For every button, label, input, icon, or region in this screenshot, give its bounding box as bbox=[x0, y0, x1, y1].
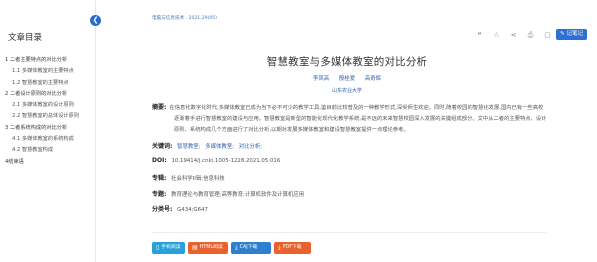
doi-row: DOI: 10.19414/j.cnki.1005-1228.2021.05.0… bbox=[152, 157, 280, 164]
html-read-label: HTML阅读 bbox=[199, 245, 223, 250]
keyword-link[interactable]: 对比分析; bbox=[239, 144, 262, 150]
mobile-read-label: 手机阅读 bbox=[161, 245, 181, 250]
keywords-label: 关键词: bbox=[152, 143, 173, 150]
star-icon[interactable]: ☆ bbox=[488, 30, 505, 40]
column-row: 专辑: 社会科学II辑;信息科技 bbox=[152, 173, 225, 182]
keywords-row: 关键词: 智慧教室; 多媒体教室; 对比分析; bbox=[152, 141, 265, 150]
table-of-contents: 1 二者主要特点的对比分析 1.1 多媒体教室的主要特点 1.2 智慧教室的主要特点… bbox=[5, 55, 93, 168]
share-icon[interactable]: ⋖ bbox=[505, 30, 522, 40]
column-value: 社会科学II辑;信息科技 bbox=[171, 176, 225, 182]
toc-item[interactable]: 1.2 智慧教室的主要特点 bbox=[5, 78, 93, 89]
subject-value: 教育理论与教育管理;高等教育;计算机软件及计算机应用 bbox=[171, 192, 305, 198]
mobile-read-button[interactable]: ▯ 手机阅读 bbox=[152, 242, 185, 254]
abstract-text: 在信息化数字化时代,多媒体教室已成为当下必不可少的教学工具,鉴目前比较普及的一种… bbox=[169, 105, 547, 134]
phone-icon: ▯ bbox=[156, 244, 160, 251]
sidebar-title: 文章目录 bbox=[8, 33, 43, 43]
article-title: 智慧教室与多媒体教室的对比分析 bbox=[266, 56, 428, 68]
class-value: G434;G647 bbox=[177, 207, 208, 213]
take-notes-label: 记笔记 bbox=[566, 31, 583, 37]
class-label: 分类号: bbox=[152, 206, 173, 213]
doi-label: DOI: bbox=[152, 157, 167, 164]
sidebar: 文章目录 1 二者主要特点的对比分析 1.1 多媒体教室的主要特点 1.2 智慧教室… bbox=[0, 0, 96, 262]
quote-icon[interactable]: ❝ bbox=[471, 30, 488, 40]
html-read-button[interactable]: ▤ HTML阅读 bbox=[188, 242, 228, 254]
toolbar: ❝ ☆ ⋖ ⎙ ▢ bbox=[471, 30, 556, 40]
class-row: 分类号: G434;G647 bbox=[152, 204, 208, 213]
toc-item[interactable]: 2 二者设计原则的对比分析 bbox=[5, 89, 93, 100]
author-list: 李凤高 殷桂爱 高奇辉 bbox=[97, 74, 597, 82]
keyword-link[interactable]: 智慧教室; bbox=[177, 144, 200, 150]
divider bbox=[152, 232, 547, 233]
author-link[interactable]: 李凤高 bbox=[313, 76, 329, 82]
subject-row: 专题: 教育理论与教育管理;高等教育;计算机软件及计算机应用 bbox=[152, 189, 304, 198]
toc-item[interactable]: 1.1 多媒体教室的主要特点 bbox=[5, 66, 93, 77]
download-icon: ⤓ bbox=[235, 244, 238, 251]
toc-item[interactable]: 1 二者主要特点的对比分析 bbox=[5, 55, 93, 66]
pdf-download-button[interactable]: ⤓ PDF下载 bbox=[274, 242, 311, 254]
main-content: 电脑与信息技术 . 2021,29(05) ❝ ☆ ⋖ ⎙ ▢ ✎ 记笔记 智慧… bbox=[97, 0, 597, 262]
source-link[interactable]: 电脑与信息技术 . 2021,29(05) bbox=[152, 15, 217, 21]
caj-download-button[interactable]: ⤓ CAJ下载 bbox=[231, 242, 271, 254]
affiliation-link[interactable]: 山东农业大学 bbox=[97, 87, 597, 94]
doi-value: 10.19414/j.cnki.1005-1228.2021.05.016 bbox=[171, 158, 281, 164]
toc-item[interactable]: 4.1 多媒体教室的系统构成 bbox=[5, 134, 93, 145]
pdf-download-label: PDF下载 bbox=[282, 245, 302, 250]
subject-label: 专题: bbox=[152, 191, 167, 198]
pdf-icon: ⤓ bbox=[278, 244, 281, 251]
print-icon[interactable]: ⎙ bbox=[522, 30, 539, 40]
column-label: 专辑: bbox=[152, 175, 167, 182]
toc-item[interactable]: 4.2 智慧教室构成 bbox=[5, 145, 93, 156]
toc-item[interactable]: 2.2 智慧教室的总体设计原则 bbox=[5, 111, 93, 122]
take-notes-button[interactable]: ✎ 记笔记 bbox=[556, 29, 587, 40]
toc-item[interactable]: 2.1 多媒体教室的设计原则 bbox=[5, 100, 93, 111]
document-icon: ▤ bbox=[192, 244, 198, 251]
author-link[interactable]: 殷桂爱 bbox=[339, 76, 355, 82]
caj-download-label: CAJ下载 bbox=[239, 245, 258, 250]
abstract-label: 摘要: bbox=[152, 104, 167, 111]
chat-icon[interactable]: ▢ bbox=[539, 30, 556, 40]
toc-item[interactable]: 4结束语 bbox=[5, 157, 93, 168]
author-link[interactable]: 高奇辉 bbox=[365, 76, 381, 82]
abstract: 摘要: 在信息化数字化时代,多媒体教室已成为当下必不可少的教学工具,鉴目前比较普及… bbox=[152, 102, 547, 137]
keyword-link[interactable]: 多媒体教室; bbox=[205, 144, 234, 150]
toc-item[interactable]: 3 二者系统构成的对比分析 bbox=[5, 123, 93, 134]
download-buttons: ▯ 手机阅读 ▤ HTML阅读 ⤓ CAJ下载 ⤓ PDF下载 bbox=[152, 242, 311, 254]
